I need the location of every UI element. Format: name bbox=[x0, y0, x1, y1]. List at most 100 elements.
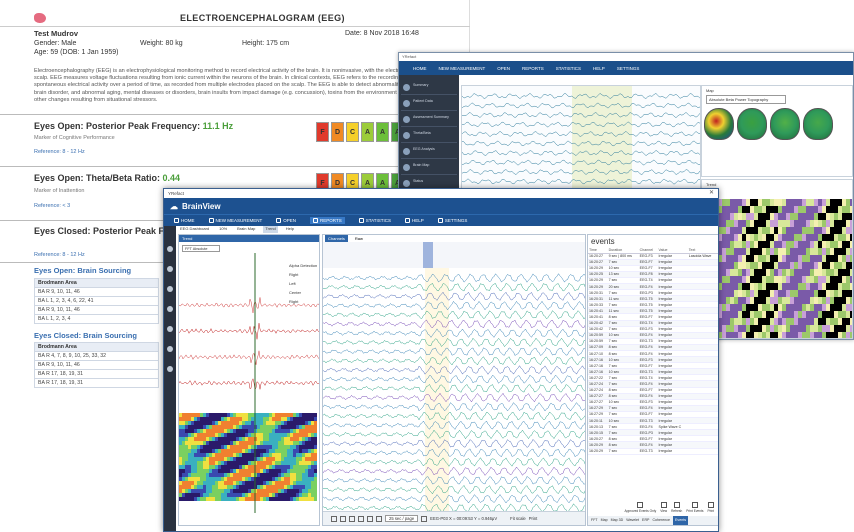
page-length-select[interactable]: 25 sec / page bbox=[385, 515, 418, 522]
spectrogram-cell bbox=[278, 457, 281, 461]
menu-settings[interactable]: SETTINGS bbox=[438, 218, 468, 223]
spectrogram-cell bbox=[239, 449, 242, 453]
ribbon-item-help[interactable]: HELP bbox=[593, 66, 605, 71]
close-icon[interactable]: ✕ bbox=[709, 189, 714, 196]
ribbon-item-new-measurement[interactable]: NEW MEASUREMENT bbox=[439, 66, 486, 71]
dashboard-icon[interactable] bbox=[167, 246, 173, 252]
tab-fft[interactable]: FFT bbox=[591, 516, 598, 525]
menu-new-measurement[interactable]: NEW MEASUREMENT bbox=[209, 218, 263, 223]
fit-scale-button[interactable]: Fit scale bbox=[510, 516, 526, 521]
spectrogram-cell bbox=[305, 461, 308, 465]
spectrogram-cell bbox=[239, 417, 242, 421]
menu-help[interactable]: HELP bbox=[405, 218, 424, 223]
events-action-button[interactable]: Approved Events Only bbox=[625, 502, 657, 515]
sidebar-item[interactable]: Assessment Summary bbox=[401, 113, 457, 127]
tab-map-3d[interactable]: Map 3D bbox=[611, 516, 624, 525]
sidebar-item[interactable]: Brain Map bbox=[401, 161, 457, 175]
spectrogram-cell bbox=[850, 311, 853, 318]
spectrogram-cell bbox=[794, 241, 798, 248]
print-button[interactable]: Print bbox=[529, 516, 538, 521]
menu-label: STATISTICS bbox=[366, 218, 391, 223]
spectrogram-cell bbox=[750, 283, 754, 290]
ribbon-item-open[interactable]: OPEN bbox=[497, 66, 510, 71]
spectrogram-cell bbox=[754, 283, 758, 290]
spectrogram-cell bbox=[290, 441, 293, 445]
zoom-out-icon[interactable] bbox=[367, 516, 373, 522]
step-forward-icon[interactable] bbox=[358, 516, 364, 522]
sidebar-item[interactable]: Patient Data bbox=[401, 97, 457, 111]
spectrogram-cell bbox=[746, 269, 750, 276]
spectrogram-cell bbox=[227, 457, 230, 461]
spectrogram-cell bbox=[200, 473, 203, 477]
events-action-button[interactable]: View bbox=[660, 502, 667, 515]
menu-reports[interactable]: REPORTS bbox=[310, 217, 345, 224]
spectrogram-cell bbox=[293, 421, 296, 425]
spectrogram-cell bbox=[269, 457, 272, 461]
sidebar-item[interactable]: Summary bbox=[401, 81, 457, 95]
spectrogram-cell bbox=[191, 497, 194, 501]
spectrogram-cell bbox=[278, 485, 281, 489]
spectrogram-cell bbox=[738, 213, 742, 220]
trend-type-select[interactable]: FFT Absolute bbox=[182, 245, 220, 252]
tab-trend[interactable]: Trend bbox=[263, 226, 277, 233]
heart-icon[interactable] bbox=[167, 326, 173, 332]
events-action-button[interactable]: Print bbox=[707, 502, 714, 515]
sidebar-item[interactable]: EEG Analysis bbox=[401, 145, 457, 159]
graph-icon[interactable] bbox=[167, 366, 173, 372]
events-action-button[interactable]: Print Events bbox=[686, 502, 703, 515]
spectrogram-cell bbox=[790, 199, 794, 206]
tab-map[interactable]: Map bbox=[601, 516, 608, 525]
ribbon-item-settings[interactable]: SETTINGS bbox=[617, 66, 640, 71]
ribbon-item-statistics[interactable]: STATISTICS bbox=[556, 66, 581, 71]
tab-wavelet[interactable]: Wavelet bbox=[626, 516, 639, 525]
spectrogram-cell bbox=[275, 437, 278, 441]
events-action-button[interactable]: Refresh bbox=[671, 502, 682, 515]
spectrogram-cell bbox=[722, 269, 726, 276]
spectrogram-cell bbox=[846, 227, 850, 234]
menu-statistics[interactable]: STATISTICS bbox=[359, 218, 391, 223]
spectrogram-cell bbox=[248, 489, 251, 493]
spectrogram-cell bbox=[726, 206, 730, 213]
sidebar-item[interactable]: Theta/Beta bbox=[401, 129, 457, 143]
play-icon[interactable] bbox=[331, 516, 337, 522]
ribbon-item-reports[interactable]: REPORTS bbox=[522, 66, 544, 71]
next-page-icon[interactable] bbox=[421, 516, 427, 522]
spectrogram-cell bbox=[200, 413, 203, 417]
spectrogram-cell bbox=[281, 413, 284, 417]
tab-eeg-dashboard[interactable]: EEG Dashboard bbox=[178, 226, 211, 233]
spectrogram-cell bbox=[726, 241, 730, 248]
spectrogram-cell bbox=[242, 481, 245, 485]
tab-coherence[interactable]: Coherence bbox=[652, 516, 670, 525]
tab-raw[interactable]: Raw bbox=[352, 235, 366, 242]
settings-icon[interactable] bbox=[167, 286, 173, 292]
spectrogram-cell bbox=[284, 465, 287, 469]
spectrogram-cell bbox=[278, 425, 281, 429]
spectrogram-cell bbox=[197, 433, 200, 437]
tab-help[interactable]: Help bbox=[284, 226, 296, 233]
tab-events[interactable]: Events bbox=[673, 516, 688, 525]
eeg-traces[interactable] bbox=[323, 242, 586, 512]
ribbon-item-home[interactable]: HOME bbox=[413, 66, 427, 71]
tab-brain-map[interactable]: Brain Map bbox=[235, 226, 257, 233]
table-row[interactable]: 16:20:29 7 sec EEG-T3 Irregular bbox=[588, 448, 718, 454]
tab-erp[interactable]: ERP bbox=[642, 516, 649, 525]
spectrogram-cell bbox=[782, 227, 786, 234]
spectrogram-cell bbox=[278, 421, 281, 425]
menu-home[interactable]: HOME bbox=[174, 218, 195, 223]
spectrogram-cell bbox=[850, 241, 853, 248]
zoom-in-icon[interactable] bbox=[376, 516, 382, 522]
spectrogram-cell bbox=[227, 489, 230, 493]
menu-open[interactable]: OPEN bbox=[276, 218, 296, 223]
spectrogram-cell bbox=[194, 465, 197, 469]
spectrogram-cell bbox=[236, 441, 239, 445]
pause-icon[interactable] bbox=[340, 516, 346, 522]
tab-channels[interactable]: Channels bbox=[325, 235, 348, 242]
info-icon[interactable] bbox=[167, 266, 173, 272]
map-type-select[interactable]: Absolute Beta Power Topography bbox=[706, 95, 786, 104]
spectrogram-cell bbox=[206, 465, 209, 469]
target-icon[interactable] bbox=[167, 346, 173, 352]
tab-10-[interactable]: 10% bbox=[217, 226, 229, 233]
step-back-icon[interactable] bbox=[349, 516, 355, 522]
chart-icon[interactable] bbox=[167, 306, 173, 312]
spectrogram-cell bbox=[802, 276, 806, 283]
